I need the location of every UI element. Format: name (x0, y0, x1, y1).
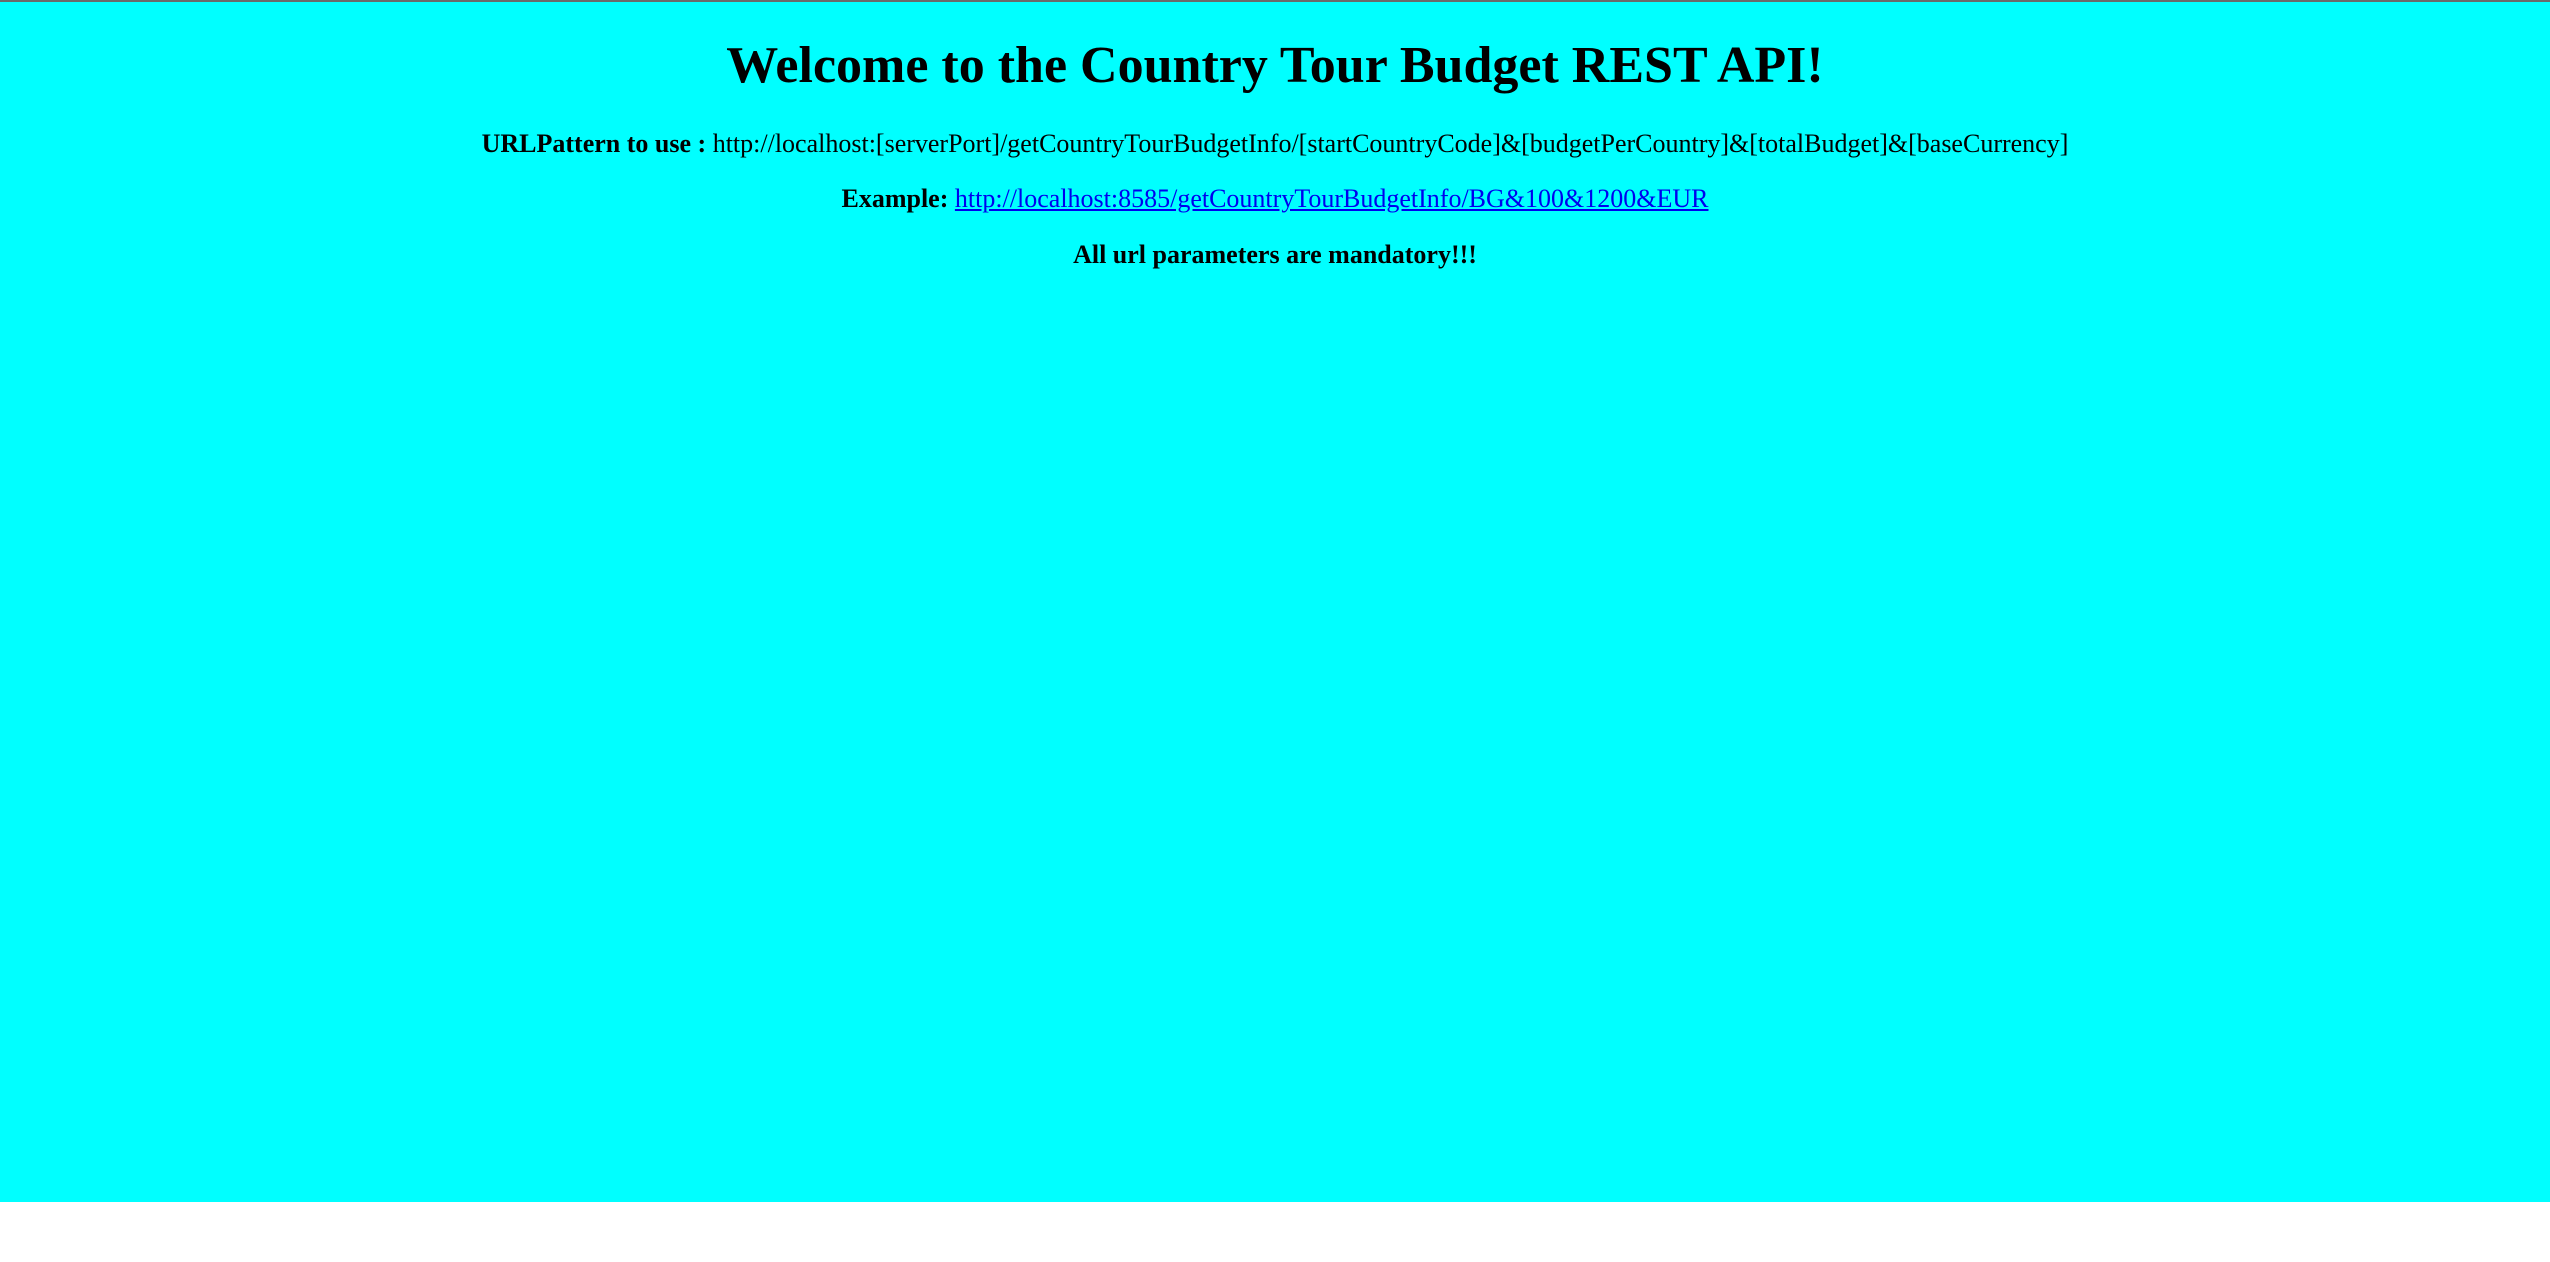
page-bottom-area (0, 1202, 2550, 1262)
page-body: Welcome to the Country Tour Budget REST … (0, 0, 2550, 1202)
url-pattern-label: URLPattern to use : (481, 129, 707, 158)
url-pattern-value: http://localhost:[serverPort]/getCountry… (712, 129, 2069, 158)
example-label: Example: (841, 184, 949, 213)
page-title: Welcome to the Country Tour Budget REST … (726, 37, 1824, 94)
example-link[interactable]: http://localhost:8585/getCountryTourBudg… (955, 184, 1709, 213)
url-pattern-line: URLPattern to use : http://localhost:[se… (0, 128, 2550, 160)
mandatory-note: All url parameters are mandatory!!! (1073, 240, 1477, 269)
example-line: Example: http://localhost:8585/getCountr… (0, 183, 2550, 215)
